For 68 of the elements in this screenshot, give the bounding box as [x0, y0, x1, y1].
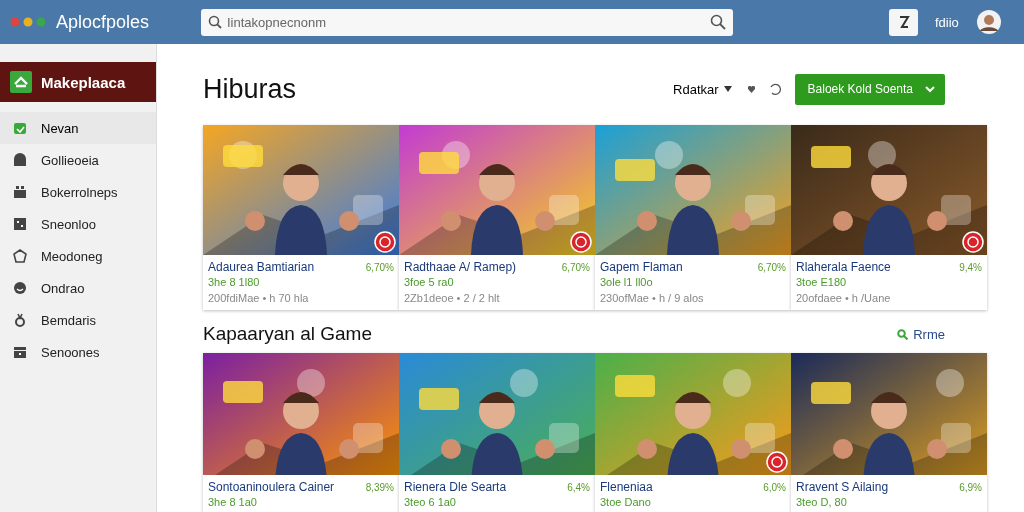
- app-title: Aplocfpoles: [56, 11, 151, 33]
- sidebar-item[interactable]: Ondrao: [0, 272, 156, 304]
- sidebar-item[interactable]: Sneonloo: [0, 208, 156, 240]
- meta-text: 200fdiMae • h 70 hla: [208, 292, 310, 304]
- card-title: Rienera Dle Searta: [404, 480, 507, 494]
- caret-icon: [723, 86, 732, 92]
- search-icon: [710, 13, 726, 30]
- user-name[interactable]: fdiio: [935, 14, 959, 30]
- price-text: 3toe Dano: [600, 496, 652, 508]
- card-title: Rravent S Ailaing: [796, 480, 889, 494]
- search-icon: [897, 328, 909, 340]
- avatar-icon: [976, 10, 1001, 34]
- sidebar-title: Makeplaaca: [41, 73, 126, 91]
- face-icon: [13, 281, 27, 295]
- card-title: Rlaherala Faence: [796, 260, 891, 274]
- meta-text: 230ofMae • h / 9 alos: [600, 292, 705, 304]
- card-title: Gapem Flaman: [600, 260, 683, 274]
- meta-text: 2Zb1deoe • 2 / 2 hlt: [404, 292, 501, 304]
- card-title: Sontoaninoulera Cainer: [208, 480, 335, 494]
- gift-icon: [13, 185, 27, 199]
- discount-text: 6,70%: [561, 262, 590, 273]
- more-link[interactable]: Rrme: [897, 326, 945, 342]
- price-text: 3ole l1 ll0o: [600, 276, 654, 288]
- game-card[interactable]: Rlaherala Faence 9,4% 3toe E180 20ofdaee • h /Uane: [791, 125, 987, 310]
- grid-icon: [13, 217, 27, 231]
- cabinet-icon: [13, 345, 27, 359]
- meta-text: 20ofdaee • h /Uane: [796, 292, 892, 304]
- sidebar-item[interactable]: Meodoneg: [0, 240, 156, 272]
- game-card[interactable]: Sontoaninoulera Cainer 8,39% 3he 8 1a0: [203, 353, 399, 512]
- caret-icon: [925, 85, 935, 93]
- card-title: Fleneniaa: [600, 480, 653, 494]
- sidebar-item[interactable]: Bokerrolneps: [0, 176, 156, 208]
- sort-dropdown[interactable]: Rdatkar: [671, 79, 734, 99]
- heart-icon: [747, 85, 755, 93]
- game-card[interactable]: Adaurea Bamtiarian 6,70% 3he 8 1l80 200fdiMae • h 70 hla: [203, 125, 399, 310]
- game-card[interactable]: Fleneniaa 6,0% 3toe Dano: [595, 353, 791, 512]
- price-text: 3toe E180: [796, 276, 848, 288]
- price-text: 3foe 5 ra0: [404, 276, 455, 288]
- game-card[interactable]: Rravent S Ailaing 6,9% 3teo D, 80: [791, 353, 987, 512]
- discount-text: 6,4%: [567, 482, 590, 493]
- price-text: 3teo 6 1a0: [404, 496, 457, 508]
- sidebar-item[interactable]: Senoones: [0, 336, 156, 368]
- dome-icon: [13, 153, 27, 167]
- sidebar-item[interactable]: Nevan: [0, 112, 156, 144]
- refresh-icon: [768, 83, 781, 95]
- discount-text: 6,9%: [959, 482, 982, 493]
- search-field[interactable]: Iintakopnecnonm: [201, 8, 733, 36]
- section-title: Kapaaryan al Game: [203, 323, 372, 345]
- price-text: 3teo D, 80: [796, 496, 848, 508]
- action-button[interactable]: Baloek Kold Soenta: [794, 73, 945, 105]
- game-card[interactable]: Rienera Dle Searta 6,4% 3teo 6 1a0: [399, 353, 595, 512]
- pentagon-icon: [13, 249, 27, 263]
- discount-text: 6,70%: [757, 262, 786, 273]
- discount-text: 6,0%: [763, 482, 786, 493]
- discount-text: 9,4%: [959, 262, 982, 273]
- section-title: Hiburas: [203, 73, 297, 105]
- store-icon: [10, 71, 32, 93]
- discount-text: 8,39%: [365, 482, 394, 493]
- sidebar-item[interactable]: Bemdaris: [0, 304, 156, 336]
- game-card[interactable]: Radthaae A/ Ramep) 6,70% 3foe 5 ra0 2Zb1deoe • 2 / 2 hlt: [399, 125, 595, 310]
- card-title: Adaurea Bamtiarian: [208, 260, 315, 274]
- discount-text: 6,70%: [365, 262, 394, 273]
- game-card[interactable]: Gapem Flaman 6,70% 3ole l1 ll0o 230ofMae • h / 9 alos: [595, 125, 791, 310]
- sidebar-item[interactable]: Gollieoeia: [0, 144, 156, 176]
- notification-button[interactable]: [889, 8, 918, 36]
- price-text: 3he 8 1l80: [208, 276, 261, 288]
- price-text: 3he 8 1a0: [208, 496, 258, 508]
- card-title: Radthaae A/ Ramep): [404, 260, 517, 274]
